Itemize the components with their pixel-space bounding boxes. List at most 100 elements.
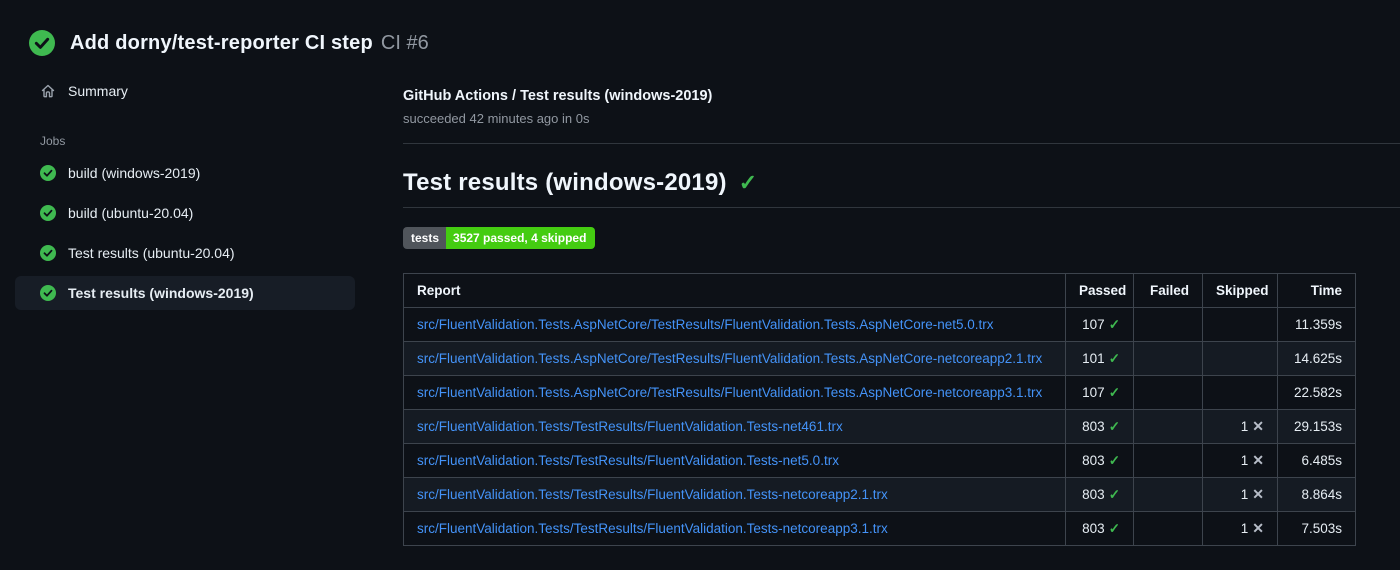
time-cell: 8.864s <box>1277 477 1356 512</box>
sidebar-job-item[interactable]: build (ubuntu-20.04) <box>15 196 355 230</box>
check-circle-icon <box>40 205 56 221</box>
job-label: Test results (ubuntu-20.04) <box>68 245 235 261</box>
check-icon: ✓ <box>1108 452 1120 468</box>
table-header-row: Report Passed Failed Skipped Time <box>403 273 1356 308</box>
skipped-cell: 1 ✕ <box>1202 443 1278 478</box>
badge-value: 3527 passed, 4 skipped <box>446 227 596 249</box>
skipped-count: 1 <box>1240 487 1249 502</box>
time-cell: 7.503s <box>1277 511 1356 546</box>
report-link[interactable]: src/FluentValidation.Tests/TestResults/F… <box>417 453 839 468</box>
time-cell: 22.582s <box>1277 375 1356 410</box>
home-icon <box>41 84 55 98</box>
check-icon: ✓ <box>1108 486 1120 502</box>
check-run-status: succeeded 42 minutes ago in 0s <box>403 111 590 126</box>
skipped-count: 1 <box>1240 521 1249 536</box>
table-row: src/FluentValidation.Tests/TestResults/F… <box>403 477 1356 512</box>
run-title: Add dorny/test-reporter CI step <box>70 31 373 54</box>
check-icon: ✓ <box>1108 350 1120 366</box>
skipped-cell: 1 ✕ <box>1202 409 1278 444</box>
sidebar-item-summary[interactable]: Summary <box>15 74 355 108</box>
divider <box>403 143 1400 144</box>
passed-cell: 107 ✓ <box>1065 307 1134 342</box>
skipped-cell <box>1202 341 1278 376</box>
sidebar-job-item[interactable]: Test results (ubuntu-20.04) <box>15 236 355 270</box>
skipped-cell: 1 ✕ <box>1202 477 1278 512</box>
run-header: Add dorny/test-reporter CI step CI #6 <box>0 0 1400 60</box>
skipped-count: 1 <box>1240 419 1249 434</box>
passed-count: 803 <box>1082 418 1105 434</box>
sidebar-job-item[interactable]: Test results (windows-2019) <box>15 276 355 310</box>
time-cell: 11.359s <box>1277 307 1356 342</box>
time-cell: 29.153s <box>1277 409 1356 444</box>
failed-cell <box>1133 477 1203 512</box>
passed-cell: 803 ✓ <box>1065 409 1134 444</box>
tests-badge[interactable]: tests 3527 passed, 4 skipped <box>403 227 596 249</box>
passed-count: 107 <box>1082 316 1105 332</box>
column-header-passed: Passed <box>1065 273 1134 308</box>
column-header-failed: Failed <box>1133 273 1203 308</box>
test-results-table: Report Passed Failed Skipped Time src/Fluent… <box>403 273 1356 546</box>
check-icon: ✓ <box>1108 418 1120 434</box>
failed-cell <box>1133 443 1203 478</box>
table-row: src/FluentValidation.Tests/TestResults/F… <box>403 409 1356 444</box>
job-label: Test results (windows-2019) <box>68 285 254 301</box>
check-icon: ✓ <box>1108 384 1120 400</box>
column-header-report: Report <box>403 273 1066 308</box>
cross-icon: ✕ <box>1252 520 1264 536</box>
passed-cell: 803 ✓ <box>1065 511 1134 546</box>
cross-icon: ✕ <box>1252 452 1264 468</box>
report-cell: src/FluentValidation.Tests.AspNetCore/Te… <box>403 375 1066 410</box>
job-label: build (windows-2019) <box>68 165 201 181</box>
passed-count: 803 <box>1082 520 1105 536</box>
check-icon: ✓ <box>1108 520 1120 536</box>
report-link[interactable]: src/FluentValidation.Tests/TestResults/F… <box>417 521 888 536</box>
failed-cell <box>1133 375 1203 410</box>
skipped-cell <box>1202 307 1278 342</box>
passed-count: 803 <box>1082 486 1105 502</box>
jobs-list: build (windows-2019) build (ubuntu-20.04)… <box>15 156 374 310</box>
passed-cell: 101 ✓ <box>1065 341 1134 376</box>
check-icon: ✓ <box>1108 316 1120 332</box>
skipped-cell: 1 ✕ <box>1202 511 1278 546</box>
time-cell: 6.485s <box>1277 443 1356 478</box>
check-circle-icon <box>29 30 55 56</box>
check-icon: ✓ <box>738 170 758 195</box>
column-header-time: Time <box>1277 273 1356 308</box>
table-row: src/FluentValidation.Tests.AspNetCore/Te… <box>403 375 1356 410</box>
table-row: src/FluentValidation.Tests/TestResults/F… <box>403 511 1356 546</box>
failed-cell <box>1133 409 1203 444</box>
report-link[interactable]: src/FluentValidation.Tests.AspNetCore/Te… <box>417 317 994 332</box>
report-link[interactable]: src/FluentValidation.Tests/TestResults/F… <box>417 487 888 502</box>
table-row: src/FluentValidation.Tests/TestResults/F… <box>403 443 1356 478</box>
main-content: GitHub Actions / Test results (windows-2… <box>374 60 1400 546</box>
failed-cell <box>1133 307 1203 342</box>
report-link[interactable]: src/FluentValidation.Tests.AspNetCore/Te… <box>417 385 1042 400</box>
report-link[interactable]: src/FluentValidation.Tests.AspNetCore/Te… <box>417 351 1042 366</box>
report-cell: src/FluentValidation.Tests/TestResults/F… <box>403 409 1066 444</box>
check-run-title: GitHub Actions / Test results (windows-2… <box>403 88 713 104</box>
report-cell: src/FluentValidation.Tests/TestResults/F… <box>403 511 1066 546</box>
badge-label: tests <box>403 227 447 249</box>
report-link[interactable]: src/FluentValidation.Tests/TestResults/F… <box>417 419 843 434</box>
sidebar-job-item[interactable]: build (windows-2019) <box>15 156 355 190</box>
jobs-section-label: Jobs <box>40 134 66 148</box>
check-circle-icon <box>40 245 56 261</box>
sidebar: Summary Jobs build (windows-2019) build (… <box>0 60 374 310</box>
passed-count: 803 <box>1082 452 1105 468</box>
table-row: src/FluentValidation.Tests.AspNetCore/Te… <box>403 307 1356 342</box>
cross-icon: ✕ <box>1252 418 1264 434</box>
cross-icon: ✕ <box>1252 486 1264 502</box>
section-title: Test results (windows-2019) <box>403 169 727 196</box>
passed-cell: 107 ✓ <box>1065 375 1134 410</box>
report-cell: src/FluentValidation.Tests/TestResults/F… <box>403 443 1066 478</box>
report-cell: src/FluentValidation.Tests.AspNetCore/Te… <box>403 341 1066 376</box>
column-header-skipped: Skipped <box>1202 273 1278 308</box>
report-cell: src/FluentValidation.Tests/TestResults/F… <box>403 477 1066 512</box>
report-cell: src/FluentValidation.Tests.AspNetCore/Te… <box>403 307 1066 342</box>
passed-count: 107 <box>1082 384 1105 400</box>
job-label: build (ubuntu-20.04) <box>68 205 194 221</box>
time-cell: 14.625s <box>1277 341 1356 376</box>
divider <box>403 207 1400 208</box>
check-circle-icon <box>40 165 56 181</box>
failed-cell <box>1133 341 1203 376</box>
